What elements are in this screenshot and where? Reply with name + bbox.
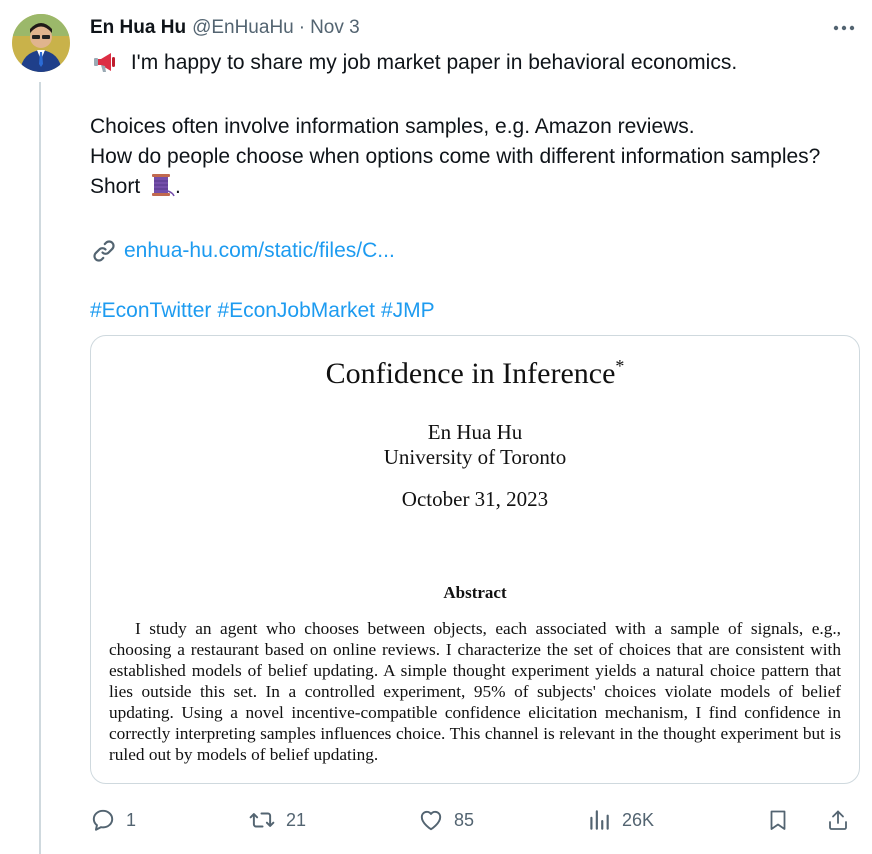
abstract-heading: Abstract — [443, 583, 507, 602]
paper-title-mark: * — [615, 356, 625, 376]
repost-button[interactable]: 21 — [248, 807, 306, 833]
thread-connector-line — [39, 82, 41, 854]
tweet-line-2: Choices often involve information sample… — [90, 115, 695, 138]
author-handle[interactable]: @EnHuaHu — [192, 17, 294, 39]
paper-date: October 31, 2023 — [401, 487, 549, 511]
megaphone-icon — [93, 51, 119, 82]
action-bar-right — [766, 807, 860, 833]
like-button[interactable]: 85 — [418, 807, 474, 833]
share-icon — [829, 810, 847, 830]
tweet-date[interactable]: Nov 3 — [310, 17, 360, 39]
repost-count: 21 — [285, 809, 307, 830]
action-bar: 1 21 85 26K — [90, 803, 860, 837]
paper-title: Confidence in Inference* — [91, 356, 859, 391]
paper-affiliation: University of Toronto — [383, 445, 567, 469]
external-link[interactable]: enhua-hu.com/static/files/C... — [124, 236, 395, 266]
views-button[interactable]: 26K — [586, 807, 654, 833]
more-icon — [833, 25, 855, 31]
thread-spool-icon — [149, 173, 175, 206]
abstract-text: I study an agent who chooses between obj… — [109, 619, 841, 764]
like-count: 85 — [453, 809, 475, 830]
paper-author: En Hua Hu — [427, 420, 523, 444]
bookmark-icon — [770, 810, 786, 830]
views-icon — [590, 810, 609, 830]
link-icon — [93, 240, 115, 262]
tweet-line-3: How do people choose when options come w… — [90, 145, 821, 198]
author-name[interactable]: En Hua Hu — [90, 17, 186, 39]
separator-dot: · — [298, 17, 306, 38]
paper-title-text: Confidence in Inference — [325, 357, 616, 390]
like-icon — [420, 810, 442, 831]
tweet-line-1: I'm happy to share my job market paper i… — [130, 51, 738, 74]
tweet-text: I'm happy to share my job market paper i… — [90, 48, 860, 326]
tweet-header: En Hua Hu @EnHuaHu · Nov 3 — [90, 14, 860, 42]
hashtag-econjobmarket[interactable]: #EconJobMarket — [217, 299, 375, 322]
hashtag-econtwitter[interactable]: #EconTwitter — [90, 299, 211, 322]
reply-button[interactable]: 1 — [90, 807, 136, 833]
reply-count: 1 — [126, 809, 137, 830]
attached-image[interactable]: Confidence in Inference* En Hua Hu Unive… — [90, 335, 860, 784]
repost-icon — [249, 812, 275, 828]
tweet-line-3-end: . — [175, 175, 181, 198]
reply-icon — [92, 809, 114, 831]
avatar[interactable] — [12, 14, 70, 72]
bookmark-button[interactable] — [766, 807, 800, 833]
hashtag-jmp[interactable]: #JMP — [381, 299, 435, 322]
views-count: 26K — [621, 809, 655, 830]
share-button[interactable] — [826, 807, 860, 833]
more-button[interactable] — [830, 14, 858, 42]
hashtag-list: #EconTwitter #EconJobMarket #JMP — [90, 296, 860, 326]
